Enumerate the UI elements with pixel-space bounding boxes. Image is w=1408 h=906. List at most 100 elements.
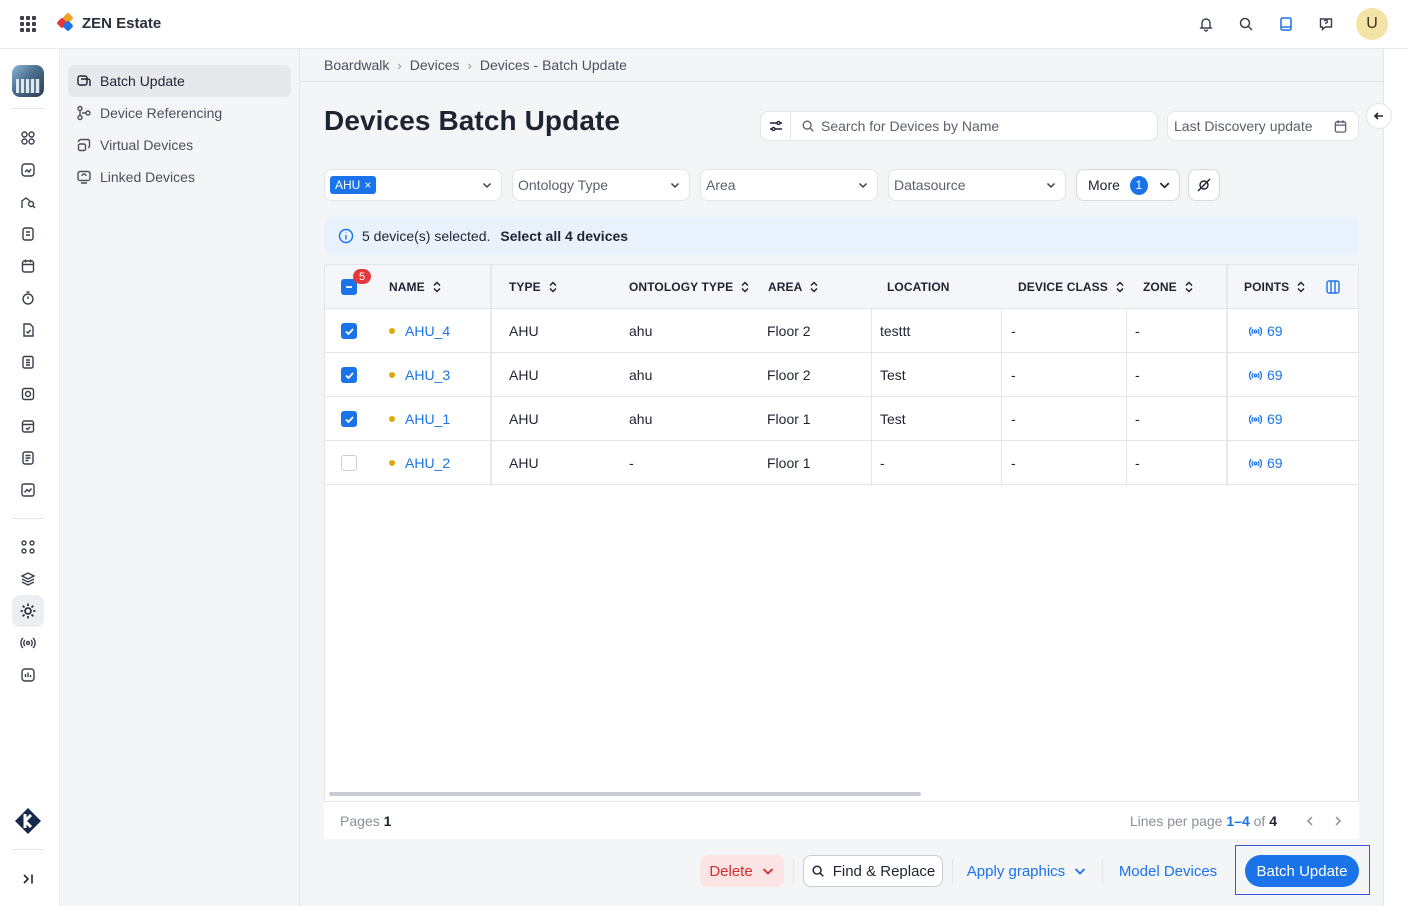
sort-icon[interactable] <box>809 281 819 293</box>
cell-value: - <box>880 455 885 471</box>
header-points[interactable]: POINTS <box>1244 265 1306 309</box>
chevron-down-icon <box>482 182 492 189</box>
subnav-item-label: Batch Update <box>100 73 185 89</box>
more-filters-button[interactable]: More 1 <box>1076 169 1180 201</box>
devices-gear-icon[interactable] <box>12 595 44 627</box>
header-zone[interactable]: ZONE <box>1143 265 1194 309</box>
filter-off-icon <box>1197 178 1211 192</box>
table-row[interactable]: AHU_3 AHU ahu Floor 2 Test - - 69 <box>325 353 1358 397</box>
table-row[interactable]: AHU_2 AHU - Floor 1 - - - 69 <box>325 441 1358 485</box>
delete-button[interactable]: Delete <box>700 855 784 887</box>
document-icon[interactable] <box>18 320 38 340</box>
list-icon[interactable] <box>18 448 38 468</box>
points-link[interactable]: 69 <box>1249 455 1283 471</box>
breadcrumb-boardwalk[interactable]: Boardwalk <box>324 57 389 73</box>
cell-value: AHU <box>509 455 539 471</box>
points-link[interactable]: 69 <box>1249 411 1283 427</box>
user-avatar[interactable]: U <box>1356 8 1388 40</box>
subnav-item-batch-update[interactable]: Batch Update <box>68 65 291 97</box>
help-icon[interactable] <box>1316 14 1336 34</box>
device-name-link[interactable]: AHU_4 <box>405 323 450 339</box>
cell-value: - <box>1135 367 1140 383</box>
subnav-item-virtual-devices[interactable]: Virtual Devices <box>68 129 291 161</box>
building-thumbnail[interactable] <box>12 65 44 97</box>
horizontal-scrollbar[interactable] <box>329 792 921 796</box>
collapse-panel-button[interactable] <box>1366 103 1392 129</box>
type-filter-chip[interactable]: AHU × <box>330 176 377 194</box>
device-name-link[interactable]: AHU_1 <box>405 411 450 427</box>
datasource-select[interactable]: Datasource <box>888 169 1066 201</box>
row-checkbox[interactable] <box>341 455 357 471</box>
app-logo[interactable]: ZEN Estate <box>56 12 161 32</box>
row-checkbox[interactable] <box>341 411 357 427</box>
header-area[interactable]: AREA <box>768 265 819 309</box>
clear-filters-button[interactable] <box>1188 169 1220 201</box>
device-name-link[interactable]: AHU_3 <box>405 367 450 383</box>
selection-message: 5 device(s) selected. <box>362 228 491 244</box>
header-name[interactable]: NAME <box>389 265 442 309</box>
expand-sidebar-icon[interactable] <box>18 869 38 889</box>
sort-icon[interactable] <box>1115 281 1125 293</box>
package-icon[interactable] <box>18 384 38 404</box>
notifications-icon[interactable] <box>1196 14 1216 34</box>
book-icon[interactable] <box>1276 14 1296 34</box>
breadcrumb-devices[interactable]: Devices <box>410 57 460 73</box>
bar-chart-icon[interactable] <box>18 665 38 685</box>
table-pager: Pages 1 Lines per page 1–4 of 4 <box>324 801 1359 839</box>
cell-name: AHU_4 <box>389 309 450 353</box>
row-checkbox[interactable] <box>341 323 357 339</box>
trend-chart-icon[interactable] <box>18 480 38 500</box>
cell-value: AHU <box>509 323 539 339</box>
apply-graphics-label: Apply graphics <box>966 862 1066 880</box>
subnav-item-linked-devices[interactable]: Linked Devices <box>68 161 291 193</box>
dashboard-icon[interactable] <box>18 128 38 148</box>
chip-close-icon[interactable]: × <box>364 178 371 192</box>
calendar-icon[interactable] <box>18 256 38 276</box>
device-name-link[interactable]: AHU_2 <box>405 455 450 471</box>
search-icon[interactable] <box>1236 14 1256 34</box>
schedule-icon[interactable] <box>18 416 38 436</box>
device-search-field[interactable] <box>790 111 1158 141</box>
table-row[interactable]: AHU_4 AHU ahu Floor 2 testtt - - 69 <box>325 309 1358 353</box>
select-all-link[interactable]: Select all 4 devices <box>500 228 628 244</box>
timer-icon[interactable] <box>18 288 38 308</box>
sort-icon[interactable] <box>1184 281 1194 293</box>
ontology-type-select[interactable]: Ontology Type <box>512 169 690 201</box>
subnav-item-device-referencing[interactable]: Device Referencing <box>68 97 291 129</box>
clipboard-icon[interactable] <box>18 352 38 372</box>
sort-icon[interactable] <box>548 281 558 293</box>
header-device-class[interactable]: DEVICE CLASS <box>1018 265 1125 309</box>
sort-icon[interactable] <box>740 281 750 293</box>
building-search-icon[interactable] <box>18 192 38 212</box>
apply-graphics-button[interactable]: Apply graphics <box>962 855 1092 887</box>
sort-icon[interactable] <box>1296 281 1306 293</box>
app-grid-icon[interactable] <box>20 16 36 32</box>
area-select[interactable]: Area <box>700 169 878 201</box>
table-row[interactable]: AHU_1 AHU ahu Floor 1 Test - - 69 <box>325 397 1358 441</box>
brand-k-icon[interactable] <box>12 805 44 837</box>
header-type[interactable]: TYPE <box>509 265 558 309</box>
model-devices-button[interactable]: Model Devices <box>1112 855 1224 887</box>
analytics-icon[interactable] <box>18 160 38 180</box>
sort-icon[interactable] <box>432 281 442 293</box>
type-filter-select[interactable]: AHU × <box>324 169 502 201</box>
points-link[interactable]: 69 <box>1249 323 1283 339</box>
broadcast-icon[interactable] <box>18 633 38 653</box>
search-input[interactable] <box>821 118 1141 134</box>
cell-value: ahu <box>629 411 653 427</box>
batch-update-button[interactable]: Batch Update <box>1245 855 1359 887</box>
reports-icon[interactable] <box>18 224 38 244</box>
previous-page-icon[interactable] <box>1305 815 1315 827</box>
header-ontology-type[interactable]: ONTOLOGY TYPE <box>629 265 750 309</box>
filter-settings-button[interactable] <box>760 111 791 141</box>
row-checkbox[interactable] <box>341 367 357 383</box>
column-settings-button[interactable] <box>1325 265 1341 309</box>
find-replace-button[interactable]: Find & Replace <box>803 855 943 887</box>
row-select-cell <box>341 309 357 353</box>
layers-icon[interactable] <box>18 569 38 589</box>
page-range: 1–4 <box>1226 812 1250 829</box>
last-discovery-date-picker[interactable]: Last Discovery update <box>1167 111 1359 141</box>
nodes-icon[interactable] <box>18 537 38 557</box>
next-page-icon[interactable] <box>1333 815 1343 827</box>
points-link[interactable]: 69 <box>1249 367 1283 383</box>
